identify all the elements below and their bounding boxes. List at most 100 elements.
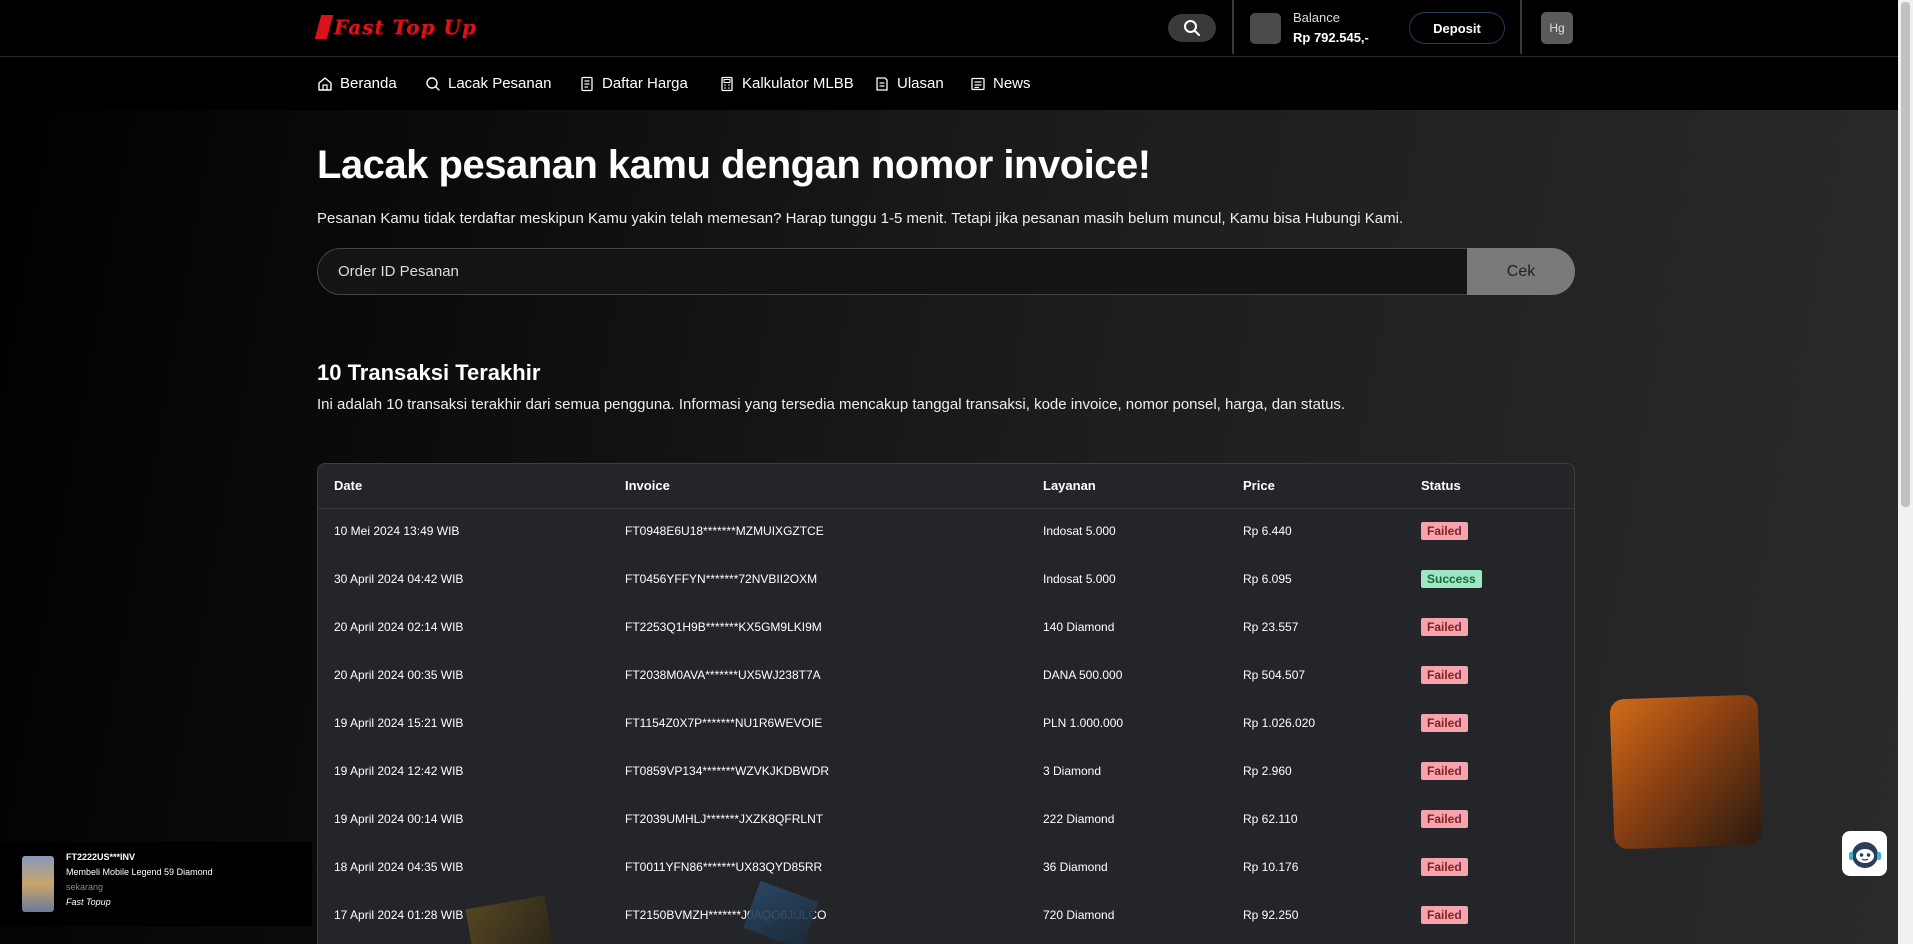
table-row: 20 April 2024 02:14 WIB FT2253Q1H9B******…: [318, 605, 1574, 653]
balance-label: Balance: [1293, 10, 1340, 25]
notification-title: FT2222US***INV: [66, 852, 136, 862]
chat-bot-icon: [1848, 841, 1881, 868]
column-header-invoice: Invoice: [625, 478, 670, 493]
cell-price: Rp 62.110: [1243, 812, 1298, 826]
status-badge: Failed: [1421, 666, 1468, 684]
status-badge: Failed: [1421, 858, 1468, 876]
cell-date: 20 April 2024 02:14 WIB: [334, 620, 464, 634]
cell-price: Rp 92.250: [1243, 908, 1299, 922]
cell-layanan: Indosat 5.000: [1043, 524, 1116, 538]
deposit-button[interactable]: Deposit: [1409, 12, 1505, 44]
cell-invoice: FT0011YFN86*******UX83QYD85RR: [625, 860, 823, 874]
notification-time: sekarang: [66, 882, 104, 892]
status-badge: Failed: [1421, 762, 1468, 780]
cell-invoice: FT0456YFFYN*******72NVBII2OXM: [625, 572, 818, 586]
table-header: Date Invoice Layanan Price Status: [318, 464, 1574, 509]
cell-date: 19 April 2024 15:21 WIB: [334, 716, 464, 730]
page-scrollbar[interactable]: [1898, 0, 1913, 944]
cell-date: 10 Mei 2024 13:49 WIB: [334, 524, 460, 538]
notification-thumbnail: [22, 856, 54, 912]
cell-layanan: 140 Diamond: [1043, 620, 1115, 634]
nav-item-beranda[interactable]: Beranda: [317, 75, 397, 92]
logo-text: Fast Top Up: [334, 15, 477, 39]
table-row: 10 Mei 2024 13:49 WIB FT0948E6U18*******M…: [318, 509, 1574, 557]
news-icon: [971, 77, 985, 90]
search-button[interactable]: [1168, 14, 1216, 42]
cell-layanan: 720 Diamond: [1043, 908, 1115, 922]
nav-label: Beranda: [340, 75, 397, 92]
notification-source: Fast Topup: [66, 897, 111, 907]
column-header-status: Status: [1421, 478, 1461, 493]
column-header-layanan: Layanan: [1043, 478, 1096, 493]
cell-price: Rp 6.440: [1243, 524, 1292, 538]
status-badge: Failed: [1421, 522, 1468, 540]
cell-date: 20 April 2024 00:35 WIB: [334, 668, 464, 682]
chat-support-button[interactable]: [1842, 831, 1887, 876]
cell-layanan: 222 Diamond: [1043, 812, 1115, 826]
nav-item-ulasan[interactable]: Ulasan: [874, 75, 944, 92]
cell-price: Rp 1.026.020: [1243, 716, 1316, 730]
nav-item-daftar-harga[interactable]: Daftar Harga: [579, 75, 688, 92]
header-divider: [1232, 0, 1234, 54]
nav-label: Kalkulator MLBB: [742, 75, 854, 92]
search-icon: [426, 76, 440, 91]
cell-price: Rp 504.507: [1243, 668, 1306, 682]
nav-label: Daftar Harga: [602, 75, 688, 92]
status-badge: Failed: [1421, 618, 1468, 636]
table-row: 19 April 2024 00:14 WIB FT2039UMHLJ******…: [318, 797, 1574, 845]
page-title: Lacak pesanan kamu dengan nomor invoice!: [317, 143, 1151, 187]
site-logo[interactable]: Fast Top Up: [314, 10, 513, 44]
nav-item-kalkulator-mlbb[interactable]: Kalkulator MLBB: [719, 75, 854, 92]
cell-invoice: FT0859VP134*******WZVKJKDBWDR: [625, 764, 830, 778]
balance-value: Rp 792.545,-: [1293, 30, 1369, 45]
logo-mark: [314, 15, 334, 39]
cell-layanan: PLN 1.000.000: [1043, 716, 1124, 730]
page-subtitle: Pesanan Kamu tidak terdaftar meskipun Ka…: [317, 210, 1404, 227]
transactions-title: 10 Transaksi Terakhir: [317, 360, 541, 385]
cell-date: 19 April 2024 12:42 WIB: [334, 764, 464, 778]
column-header-price: Price: [1243, 478, 1275, 493]
table-row: 30 April 2024 04:42 WIB FT0456YFFYN******…: [318, 557, 1574, 605]
cell-layanan: 36 Diamond: [1043, 860, 1108, 874]
cell-price: Rp 2.960: [1243, 764, 1292, 778]
table-row: 19 April 2024 12:42 WIB FT0859VP134******…: [318, 749, 1574, 797]
status-badge: Success: [1421, 570, 1482, 588]
main-nav: Beranda Lacak Pesanan Daftar Harga Kalku…: [0, 57, 1898, 110]
transactions-description: Ini adalah 10 transaksi terakhir dari se…: [317, 396, 1346, 413]
nav-item-lacak-pesanan[interactable]: Lacak Pesanan: [425, 75, 551, 92]
notification-message: Membeli Mobile Legend 59 Diamond: [66, 867, 213, 877]
nav-label: Lacak Pesanan: [448, 75, 552, 92]
cell-price: Rp 10.176: [1243, 860, 1299, 874]
top-bar: Fast Top Up Balance Rp 792.545,- Deposit…: [0, 0, 1898, 57]
purchase-notification: FT2222US***INV Membeli Mobile Legend 59 …: [0, 842, 312, 926]
cell-date: 30 April 2024 04:42 WIB: [334, 572, 464, 586]
column-header-date: Date: [334, 478, 363, 493]
cell-price: Rp 6.095: [1243, 572, 1292, 586]
cell-date: 19 April 2024 00:14 WIB: [334, 812, 464, 826]
cell-price: Rp 23.557: [1243, 620, 1299, 634]
cell-date: 18 April 2024 04:35 WIB: [334, 860, 464, 874]
cell-invoice: FT2039UMHLJ*******JXZK8QFRLNT: [625, 812, 824, 826]
nav-item-news[interactable]: News: [970, 75, 1031, 92]
cell-date: 17 April 2024 01:28 WIB: [334, 908, 464, 922]
nav-label: News: [993, 75, 1031, 92]
nav-label: Ulasan: [897, 75, 944, 92]
user-avatar[interactable]: Hg: [1541, 12, 1573, 44]
balance-icon: [1250, 13, 1281, 44]
calculator-icon: [721, 76, 733, 91]
table-row: 20 April 2024 00:35 WIB FT2038M0AVA******…: [318, 653, 1574, 701]
table-row: 18 April 2024 04:35 WIB FT0011YFN86******…: [318, 845, 1574, 893]
status-badge: Failed: [1421, 810, 1468, 828]
scrollbar-thumb[interactable]: [1901, 2, 1910, 507]
cell-layanan: Indosat 5.000: [1043, 572, 1116, 586]
cell-invoice: FT0948E6U18*******MZMUIXGZTCE: [625, 524, 824, 538]
review-icon: [876, 76, 888, 91]
order-id-input[interactable]: Order ID Pesanan: [317, 248, 1467, 295]
cell-invoice: FT2253Q1H9B*******KX5GM9LKI9M: [625, 620, 822, 634]
status-badge: Failed: [1421, 906, 1468, 924]
table-row: 19 April 2024 15:21 WIB FT1154Z0X7P******…: [318, 701, 1574, 749]
cell-layanan: 3 Diamond: [1043, 764, 1102, 778]
status-badge: Failed: [1421, 714, 1468, 732]
check-button[interactable]: Cek: [1467, 248, 1575, 295]
home-icon: [318, 76, 332, 91]
